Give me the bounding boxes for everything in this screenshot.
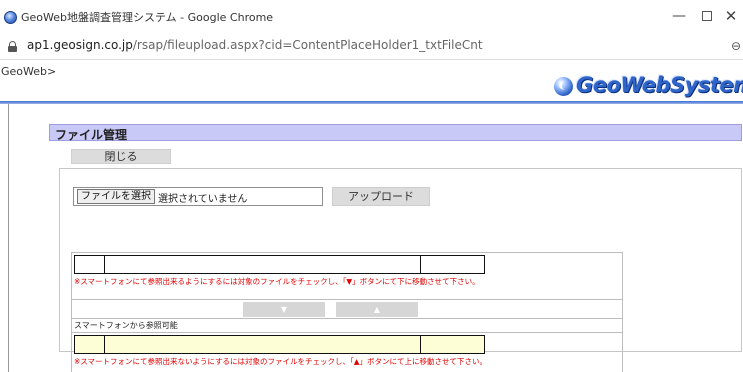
move-down-button[interactable]: ▼ xyxy=(243,302,325,317)
maximize-icon xyxy=(702,11,712,21)
content-left-border xyxy=(8,104,9,372)
url-path: /rsap/fileupload.aspx?cid=ContentPlaceHo… xyxy=(132,38,483,52)
file-management-panel: ファイル管理 閉じる ファイルを選択 選択されていません アップロード ※スマー… xyxy=(49,124,742,372)
window-title: GeoWeb地盤調査管理システム - Google Chrome xyxy=(21,11,274,24)
panel-body: ファイルを選択 選択されていません アップロード ※スマートフォンにて参照出来る… xyxy=(59,168,742,372)
move-up-note: ※スマートフォンにて参照出来ないようにするには対象のファイルをチェックし、「▲」… xyxy=(74,357,487,366)
minimize-button[interactable]: — xyxy=(664,4,694,28)
logo-ball-icon xyxy=(554,77,573,96)
close-window-button[interactable]: ✕ xyxy=(716,4,743,28)
move-buttons-strip: ▼ ▲ xyxy=(71,299,623,318)
move-down-note: ※スマートフォンにて参照出来るようにするには対象のファイルをチェックし、「▼」ボ… xyxy=(74,277,480,286)
logo-text: GeoWebSystem xyxy=(576,73,743,97)
header-divider xyxy=(0,101,743,104)
url-text[interactable]: ap1.geosign.co.jp/rsap/fileupload.aspx?c… xyxy=(27,38,483,52)
smartphone-checkbox-cell[interactable] xyxy=(75,336,105,353)
grid-checkbox-cell[interactable] xyxy=(75,256,105,273)
geoweb-logo: GeoWebSystem xyxy=(554,73,743,101)
smartphone-filename-cell xyxy=(105,336,421,353)
file-grid-header-row xyxy=(74,255,485,274)
local-files-section: ※スマートフォンにて参照出来るようにするには対象のファイルをチェックし、「▼」ボ… xyxy=(71,252,623,299)
smartphone-files-section: ※スマートフォンにて参照出来ないようにするには対象のファイルをチェックし、「▲」… xyxy=(71,333,623,372)
app-globe-icon xyxy=(4,11,17,24)
url-host: ap1.geosign.co.jp xyxy=(27,38,133,52)
upload-button[interactable]: アップロード xyxy=(332,187,430,206)
grid-filename-cell xyxy=(105,256,421,273)
move-up-button[interactable]: ▲ xyxy=(336,302,418,317)
file-input[interactable]: ファイルを選択 選択されていません xyxy=(73,187,323,206)
close-button[interactable]: 閉じる xyxy=(71,149,171,164)
panel-title: ファイル管理 xyxy=(55,128,128,142)
smartphone-section-label: スマートフォンから参照可能 xyxy=(71,318,623,333)
lock-icon[interactable] xyxy=(8,41,17,52)
choose-file-button[interactable]: ファイルを選択 xyxy=(77,189,155,204)
page-header: GeoWeb> GeoWebSystem xyxy=(0,61,743,105)
panel-header: ファイル管理 xyxy=(49,124,742,142)
smartphone-grid-row xyxy=(74,335,485,354)
zoom-icon[interactable]: ⊖ xyxy=(731,39,741,53)
file-status-text: 選択されていません xyxy=(158,194,248,205)
address-bar[interactable]: ap1.geosign.co.jp/rsap/fileupload.aspx?c… xyxy=(0,33,743,60)
breadcrumb[interactable]: GeoWeb> xyxy=(1,65,56,78)
browser-titlebar: GeoWeb地盤調査管理システム - Google Chrome — ✕ xyxy=(0,0,743,33)
